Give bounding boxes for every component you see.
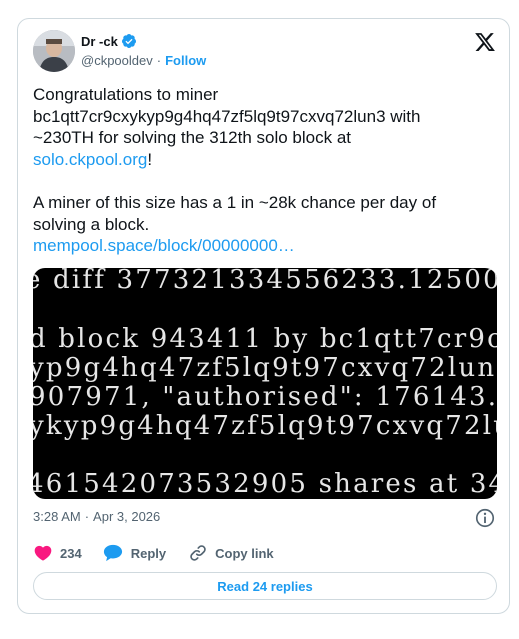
terminal-line: e diff 377321334556233.12500 — [33, 268, 497, 295]
terminal-screenshot-image[interactable]: e diff 377321334556233.12500 d block 943… — [33, 268, 497, 499]
tweet-line: Congratulations to miner — [33, 85, 219, 104]
follow-button[interactable]: Follow — [165, 53, 206, 68]
reply-bubble-icon — [103, 544, 122, 562]
tweet-text: Congratulations to miner bc1qtt7cr9cxyky… — [33, 84, 493, 257]
link-icon — [190, 545, 206, 561]
reply-label: Reply — [130, 545, 167, 561]
tweet-line: mempool.space/block/00000000… — [33, 235, 493, 257]
heart-icon — [34, 545, 52, 561]
tweet-line: solving a block. — [33, 214, 150, 234]
tweet-time: 3:28 AM — [33, 509, 81, 524]
likes-count: 234 — [60, 545, 82, 561]
terminal-line: ykyp9g4hq47zf5lq9t97cxvq72lun — [33, 411, 497, 441]
reply-button[interactable]: Reply — [102, 543, 166, 563]
tweet-line: A miner of this size has a 1 in ~28k cha… — [33, 192, 437, 212]
tweet-date: Apr 3, 2026 — [93, 509, 161, 524]
copy-link-button[interactable]: Copy link — [188, 543, 274, 563]
tweet-line: bc1qtt7cr9cxykyp9g4hq47zf5lq9t97cxvq72lu… — [33, 106, 421, 126]
author-handle-row: @ckpooldev · Follow — [81, 53, 206, 68]
author-handle[interactable]: @ckpooldev — [81, 53, 153, 68]
tweet-card: Dr -ck @ckpooldev · Follow Congratulatio… — [17, 18, 510, 614]
separator-dot: · — [156, 53, 162, 68]
tweet-line: ~230TH for solving the 312th solo block … — [33, 128, 351, 148]
like-button[interactable]: 234 — [33, 543, 82, 563]
terminal-line: 907971, "authorised": 176143. — [33, 382, 497, 412]
tweet-line: solo.ckpool.org! — [33, 149, 493, 171]
author-display-name[interactable]: Dr -ck — [81, 34, 118, 49]
read-replies-button[interactable]: Read 24 replies — [33, 572, 497, 600]
exclamation: ! — [147, 149, 153, 169]
mempool-block-link[interactable]: mempool.space/block/00000000… — [33, 236, 295, 255]
terminal-line: 461542073532905 shares at 34 — [33, 469, 497, 499]
terminal-line: yp9g4hq47zf5lq9t97cxvq72lun3 — [33, 353, 497, 383]
solo-ckpool-link[interactable]: solo.ckpool.org — [33, 150, 147, 169]
terminal-line: d block 943411 by bc1qtt7cr9c — [33, 324, 497, 354]
verified-badge-icon — [121, 33, 137, 49]
tweet-timestamp[interactable]: 3:28 AM · Apr 3, 2026 — [33, 509, 160, 524]
info-icon[interactable] — [474, 507, 496, 529]
author-name-row: Dr -ck — [81, 33, 137, 49]
avatar[interactable] — [33, 30, 75, 72]
separator-dot: · — [84, 509, 90, 524]
tweet-actions: 234 Reply Copy link — [33, 543, 274, 563]
x-logo-icon[interactable] — [474, 31, 496, 53]
copy-link-label: Copy link — [215, 545, 274, 561]
